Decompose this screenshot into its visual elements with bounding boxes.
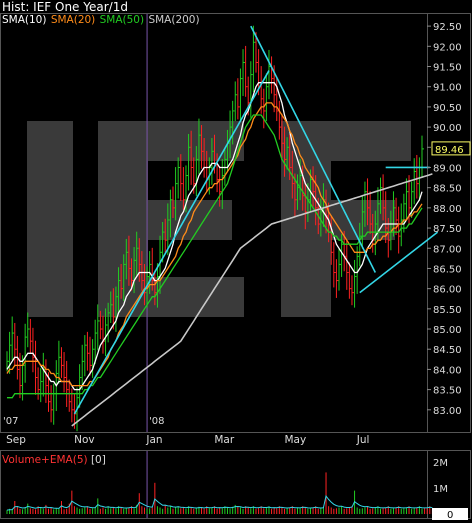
y-tick-label: 92.50	[433, 22, 462, 33]
y-tick-label: 83.50	[433, 386, 462, 397]
x-tick-label: May	[285, 434, 307, 446]
y-tick-label: 83.00	[433, 406, 462, 417]
year-marker-2007: '07	[3, 416, 18, 427]
y-tick-label: 84.00	[433, 365, 462, 376]
volume-tick-label: 1M	[433, 484, 448, 495]
y-tick-label: 88.50	[433, 184, 462, 195]
volume-last-label: 0	[447, 510, 453, 521]
y-tick-label: 86.00	[433, 285, 462, 296]
volume-ema-line	[6, 494, 433, 511]
y-tick-label: 88.00	[433, 204, 462, 215]
x-tick-label: Nov	[74, 434, 95, 446]
y-tick-label: 85.00	[433, 325, 462, 336]
y-tick-label: 85.50	[433, 305, 462, 316]
watermark-letter-i	[27, 121, 73, 317]
x-tick-label: Jan	[145, 434, 162, 446]
y-tick-label: 86.50	[433, 264, 462, 275]
volume-tick-label: 2M	[433, 458, 448, 469]
y-tick-label: 90.50	[433, 103, 462, 114]
x-tick-label: Jul	[356, 434, 370, 446]
y-tick-label: 90.00	[433, 123, 462, 134]
last-price-label: 89.46	[435, 145, 464, 156]
y-tick-label: 87.50	[433, 224, 462, 235]
y-tick-label: 91.50	[433, 63, 462, 74]
y-tick-label: 92.00	[433, 42, 462, 53]
year-marker-2008: '08	[149, 416, 164, 427]
x-tick-label: Sep	[6, 434, 26, 446]
y-tick-label: 84.50	[433, 345, 462, 356]
y-tick-label: 87.00	[433, 244, 462, 255]
x-tick-label: Mar	[214, 434, 234, 446]
y-tick-label: 91.00	[433, 83, 462, 94]
price-chart: 83.00 83.50 84.00 84.50 85.00 85.50 86.00 86.50…	[0, 13, 471, 521]
y-tick-label: 89.00	[433, 163, 462, 174]
